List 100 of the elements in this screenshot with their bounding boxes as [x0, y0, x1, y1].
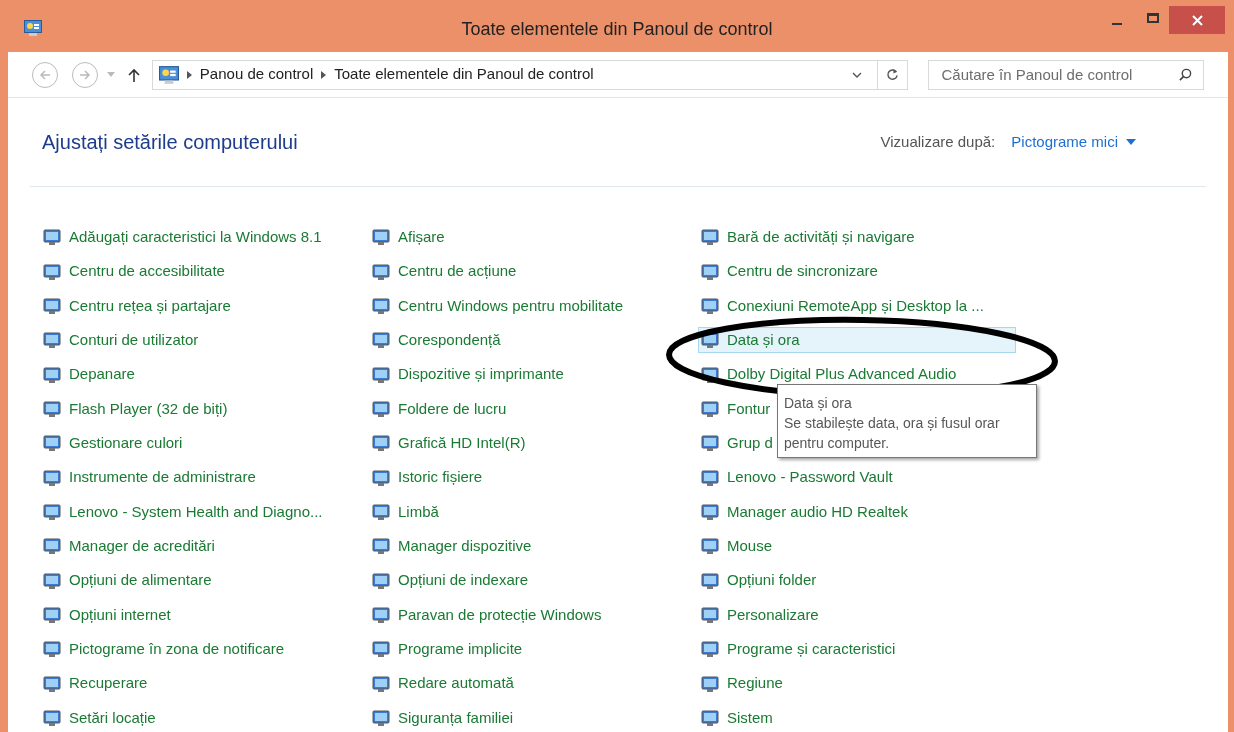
applet-icon [372, 605, 390, 624]
control-panel-item[interactable]: Regiune [698, 670, 784, 697]
control-panel-item[interactable]: Siguranța familiei [369, 705, 515, 731]
control-panel-icon [158, 65, 179, 84]
control-panel-item[interactable]: Flash Player (32 de biți) [40, 395, 229, 422]
chevron-icon [186, 70, 192, 79]
applet-icon [43, 674, 61, 693]
applet-icon [701, 262, 719, 281]
applet-icon [701, 605, 719, 624]
control-panel-item[interactable]: Lenovo - Password Vault [698, 464, 894, 491]
control-panel-item[interactable]: Pictograme în zona de notificare [40, 636, 286, 663]
control-panel-item[interactable]: Centru de accesibilitate [40, 258, 226, 285]
applet-icon [372, 640, 390, 659]
control-panel-item[interactable]: Manager dispozitive [369, 533, 533, 560]
control-panel-item[interactable]: Programe implicite [369, 636, 524, 663]
applet-icon [43, 605, 61, 624]
control-panel-item[interactable]: Opțiuni de indexare [369, 567, 530, 594]
control-panel-item[interactable]: Programe și caracteristici [698, 636, 897, 663]
close-button[interactable] [1169, 6, 1225, 34]
control-panel-item[interactable]: Recuperare [40, 670, 149, 697]
control-panel-item[interactable]: Sistem [698, 705, 774, 731]
search-field[interactable]: Căutare în Panoul de control [928, 59, 1204, 90]
chevron-icon [321, 70, 327, 79]
control-panel-item[interactable]: Fontur [698, 395, 772, 422]
applet-icon [701, 537, 719, 556]
applet-icon [43, 502, 61, 521]
applet-icon [43, 228, 61, 247]
applet-icon [372, 434, 390, 453]
up-arrow-icon [127, 67, 140, 82]
applet-icon [43, 399, 61, 418]
control-panel-item[interactable]: Conturi de utilizator [40, 327, 200, 354]
control-panel-item[interactable]: Centru de acțiune [369, 258, 518, 285]
tooltip-text: Se stabilește data, ora și fusul orar pentru computer. [784, 414, 1001, 453]
control-panel-item[interactable]: Dolby Digital Plus Advanced Audio [698, 361, 958, 388]
forward-arrow-icon [78, 68, 91, 81]
control-panel-item[interactable]: Mouse [698, 533, 774, 560]
breadcrumb[interactable]: Toate elementele din Panoul de control [334, 63, 594, 86]
control-panel-icon [24, 20, 42, 36]
applet-icon [372, 399, 390, 418]
page-heading: Ajustați setările computerului [41, 130, 299, 155]
control-panel-item[interactable]: Istoric fișiere [369, 464, 484, 491]
refresh-icon [886, 68, 900, 81]
applet-icon [43, 434, 61, 453]
control-panel-item[interactable]: Conexiuni RemoteApp și Desktop la ... [698, 292, 985, 319]
control-panel-item[interactable]: Opțiuni folder [698, 567, 818, 594]
applet-icon [372, 262, 390, 281]
applet-icon [43, 571, 61, 590]
applet-icon [372, 228, 390, 247]
applet-icon [43, 537, 61, 556]
applet-icon [43, 262, 61, 281]
control-panel-item[interactable]: Opțiuni internet [40, 601, 172, 628]
search-icon [1179, 67, 1192, 81]
control-panel-item[interactable]: Grup d [698, 430, 774, 457]
control-panel-item[interactable]: Limbă [369, 498, 440, 525]
applet-icon [372, 502, 390, 521]
applet-icon [701, 502, 719, 521]
control-panel-item[interactable]: Adăugați caracteristici la Windows 8.1 [40, 224, 323, 251]
control-panel-item[interactable]: Corespondență [369, 327, 502, 354]
applet-icon [43, 365, 61, 384]
control-panel-item[interactable]: Manager audio HD Realtek [698, 498, 909, 525]
control-panel-item[interactable]: Depanare [40, 361, 136, 388]
applet-icon [43, 468, 61, 487]
control-panel-item[interactable]: Paravan de protecție Windows [369, 601, 603, 628]
control-panel-item[interactable]: Grafică HD Intel(R) [369, 430, 527, 457]
control-panel-item[interactable]: Bară de activități și navigare [698, 224, 916, 251]
applet-icon [43, 709, 61, 727]
control-panel-item[interactable]: Instrumente de administrare [40, 464, 257, 491]
applet-icon [372, 537, 390, 556]
applet-icon [701, 296, 719, 315]
control-panel-item[interactable]: Opțiuni de alimentare [40, 567, 213, 594]
control-panel-item[interactable]: Manager de acreditări [40, 533, 216, 560]
applet-icon [701, 468, 719, 487]
control-panel-item[interactable]: Personalizare [698, 601, 820, 628]
applet-icon [701, 571, 719, 590]
caret-icon [1126, 139, 1136, 145]
caret-icon [106, 72, 115, 77]
control-panel-item[interactable]: Gestionare culori [40, 430, 184, 457]
control-panel-item[interactable]: Foldere de lucru [369, 395, 508, 422]
control-panel-item[interactable]: Data și ora [698, 327, 1016, 354]
applet-icon [372, 296, 390, 315]
control-panel-item[interactable]: Lenovo - System Health and Diagno... [40, 498, 324, 525]
control-panel-item[interactable]: Afișare [369, 224, 446, 251]
control-panel-item[interactable]: Centru de sincronizare [698, 258, 879, 285]
applet-icon [43, 296, 61, 315]
view-label: Vizualizare după: [880, 131, 996, 152]
tooltip-title: Data și ora [784, 394, 853, 413]
breadcrumb[interactable]: Panou de control [199, 63, 314, 86]
control-panel-item[interactable]: Setări locație [40, 705, 157, 731]
control-panel-item[interactable]: Centru rețea și partajare [40, 292, 232, 319]
applet-icon [43, 640, 61, 659]
applet-icon [372, 468, 390, 487]
applet-icon [701, 228, 719, 247]
window-title: Toate elementele din Panoul de control [460, 18, 774, 41]
back-arrow-icon [38, 68, 51, 81]
close-icon [1191, 14, 1203, 26]
control-panel-item[interactable]: Centru Windows pentru mobilitate [369, 292, 625, 319]
address-bar[interactable]: Panou de control Toate elementele din Panoul de control [151, 59, 909, 90]
control-panel-item[interactable]: Dispozitive și imprimante [369, 361, 565, 388]
control-panel-item[interactable]: Redare automată [369, 670, 515, 697]
view-dropdown[interactable]: Pictograme mici [1011, 130, 1136, 154]
